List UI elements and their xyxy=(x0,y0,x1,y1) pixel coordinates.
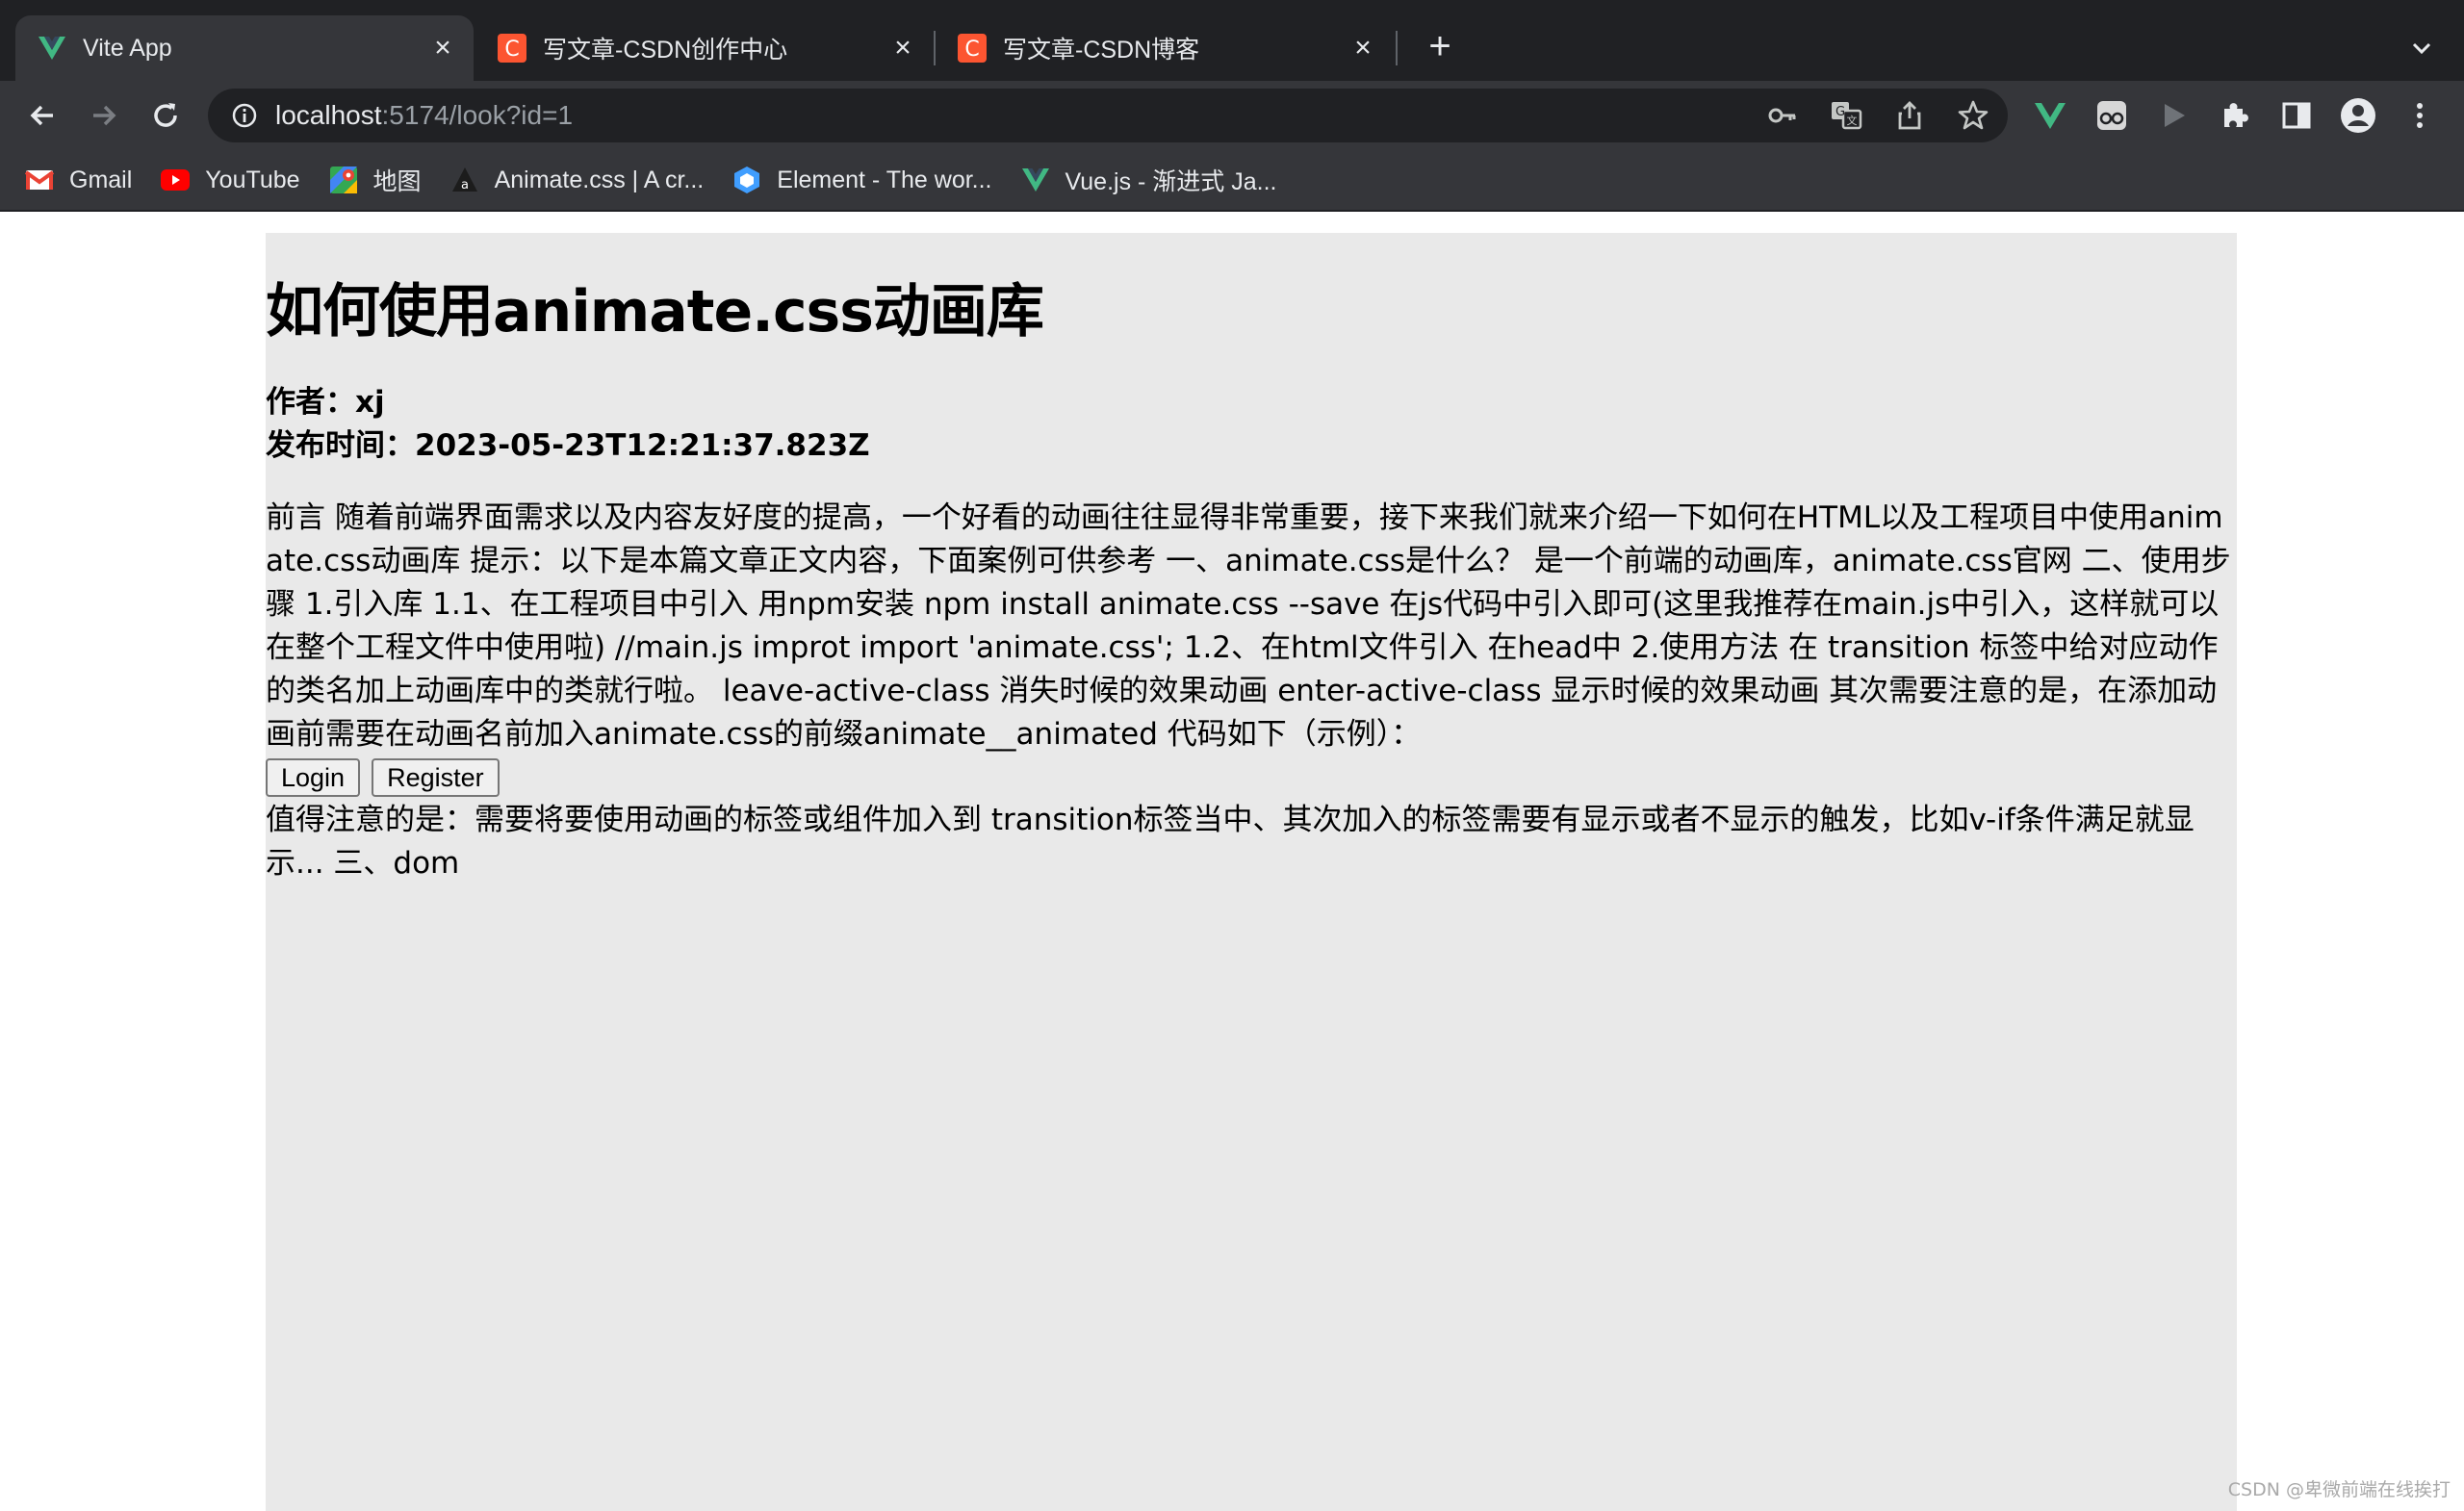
vue-devtools-extension-icon[interactable] xyxy=(2029,94,2071,137)
bookmark-element[interactable]: Element - The wor... xyxy=(732,166,992,194)
article-container: 如何使用animate.css动画库 作者：xj 发布时间：2023-05-23… xyxy=(266,233,2237,1511)
tab-title: 写文章-CSDN创作中心 xyxy=(543,37,788,64)
password-key-icon[interactable] xyxy=(1763,96,1802,135)
browser-menu-icon[interactable] xyxy=(2399,94,2441,137)
bookmark-label: Element - The wor... xyxy=(777,166,992,193)
element-icon xyxy=(732,166,761,194)
back-arrow-icon xyxy=(30,105,53,126)
bookmark-gmail[interactable]: Gmail xyxy=(25,166,132,194)
extensions-puzzle-icon[interactable] xyxy=(2214,94,2256,137)
bookmark-star-icon[interactable] xyxy=(1954,96,1992,135)
article-body: 前言 随着前端界面需求以及内容友好度的提高，一个好看的动画往往显得非常重要，接下… xyxy=(266,497,2237,885)
tab-title: 写文章-CSDN博客 xyxy=(1003,37,1200,64)
url-path: :5174/look?id=1 xyxy=(381,100,574,130)
extension-play-icon[interactable] xyxy=(2152,94,2194,137)
bookmark-maps[interactable]: 地图 xyxy=(329,163,422,197)
csdn-c-icon: C xyxy=(498,34,526,63)
bookmark-vuejs[interactable]: Vue.js - 渐进式 Ja... xyxy=(1021,163,1277,197)
article-title: 如何使用animate.css动画库 xyxy=(266,278,1044,346)
article-meta: 作者：xj 发布时间：2023-05-23T12:21:37.823Z xyxy=(266,381,2237,468)
svg-text:C: C xyxy=(964,38,979,62)
demo-button-row: Login Register xyxy=(266,756,2237,799)
tab-search-chevron-icon[interactable] xyxy=(2402,29,2441,67)
svg-text:G: G xyxy=(1835,105,1845,119)
tab-strip: Vite App × C 写文章-CSDN创作中心 × C 写文章-CSDN博客… xyxy=(0,0,2464,81)
svg-text:C: C xyxy=(504,38,519,62)
share-icon[interactable] xyxy=(1890,96,1929,135)
svg-text:文: 文 xyxy=(1847,114,1858,127)
login-button[interactable]: Login xyxy=(266,758,361,797)
bookmark-label: YouTube xyxy=(205,166,300,193)
browser-toolbar: localhost:5174/look?id=1 G文 xyxy=(0,81,2464,150)
url-host: localhost xyxy=(275,100,382,130)
bookmark-label: 地图 xyxy=(372,168,422,195)
reload-icon xyxy=(154,103,177,127)
tab-title: Vite App xyxy=(83,34,172,62)
translate-icon[interactable]: G文 xyxy=(1827,96,1865,135)
svg-text:a: a xyxy=(461,178,469,192)
register-button[interactable]: Register xyxy=(372,758,500,797)
tab-close-icon[interactable]: × xyxy=(1348,32,1378,64)
forward-arrow-icon xyxy=(93,105,116,126)
tab-separator xyxy=(1396,31,1398,65)
gmail-icon xyxy=(25,166,54,194)
side-panel-icon[interactable] xyxy=(2275,94,2318,137)
profile-avatar-icon[interactable] xyxy=(2337,94,2379,137)
forward-button[interactable] xyxy=(83,94,125,137)
bookmarks-bar: Gmail YouTube 地图 a Animate.css | A cr...… xyxy=(0,150,2464,212)
reload-button[interactable] xyxy=(144,94,187,137)
site-info-icon[interactable] xyxy=(229,100,260,131)
maps-icon xyxy=(329,166,358,194)
tab-csdn-blog[interactable]: C 写文章-CSDN博客 × xyxy=(936,15,1394,81)
csdn-watermark: CSDN @卑微前端在线挨打 xyxy=(2227,1479,2451,1500)
bookmark-label: Gmail xyxy=(69,166,133,193)
url-text[interactable]: localhost:5174/look?id=1 xyxy=(275,100,573,131)
bookmark-youtube[interactable]: YouTube xyxy=(161,166,300,194)
csdn-c-icon: C xyxy=(958,34,987,63)
new-tab-plus-icon[interactable]: + xyxy=(1421,27,1459,65)
bookmark-animate-css[interactable]: a Animate.css | A cr... xyxy=(450,166,705,194)
tab-csdn-creator[interactable]: C 写文章-CSDN创作中心 × xyxy=(475,15,934,81)
article-body-text-continued: 值得注意的是：需要将要使用动画的标签或组件加入到 transition标签当中、… xyxy=(266,803,2194,881)
vue-v-icon xyxy=(38,37,65,60)
article-body-text: 前言 随着前端界面需求以及内容友好度的提高，一个好看的动画往往显得非常重要，接下… xyxy=(266,500,2231,752)
tab-vite-app[interactable]: Vite App × xyxy=(15,15,474,81)
article-author: 作者：xj xyxy=(266,385,385,420)
youtube-icon xyxy=(161,166,191,194)
article-published-time: 发布时间：2023-05-23T12:21:37.823Z xyxy=(266,428,870,463)
bookmark-label: Vue.js - 渐进式 Ja... xyxy=(1065,168,1277,195)
back-button[interactable] xyxy=(21,94,64,137)
bookmark-label: Animate.css | A cr... xyxy=(494,166,705,193)
address-bar[interactable]: localhost:5174/look?id=1 G文 xyxy=(208,89,2008,142)
tab-close-icon[interactable]: × xyxy=(427,32,458,64)
tab-close-icon[interactable]: × xyxy=(887,32,918,64)
page-viewport: 如何使用animate.css动画库 作者：xj 发布时间：2023-05-23… xyxy=(0,214,2464,1511)
animate-icon: a xyxy=(450,166,479,194)
vue-icon xyxy=(1021,166,1050,194)
extension-glasses-icon[interactable] xyxy=(2091,94,2133,137)
